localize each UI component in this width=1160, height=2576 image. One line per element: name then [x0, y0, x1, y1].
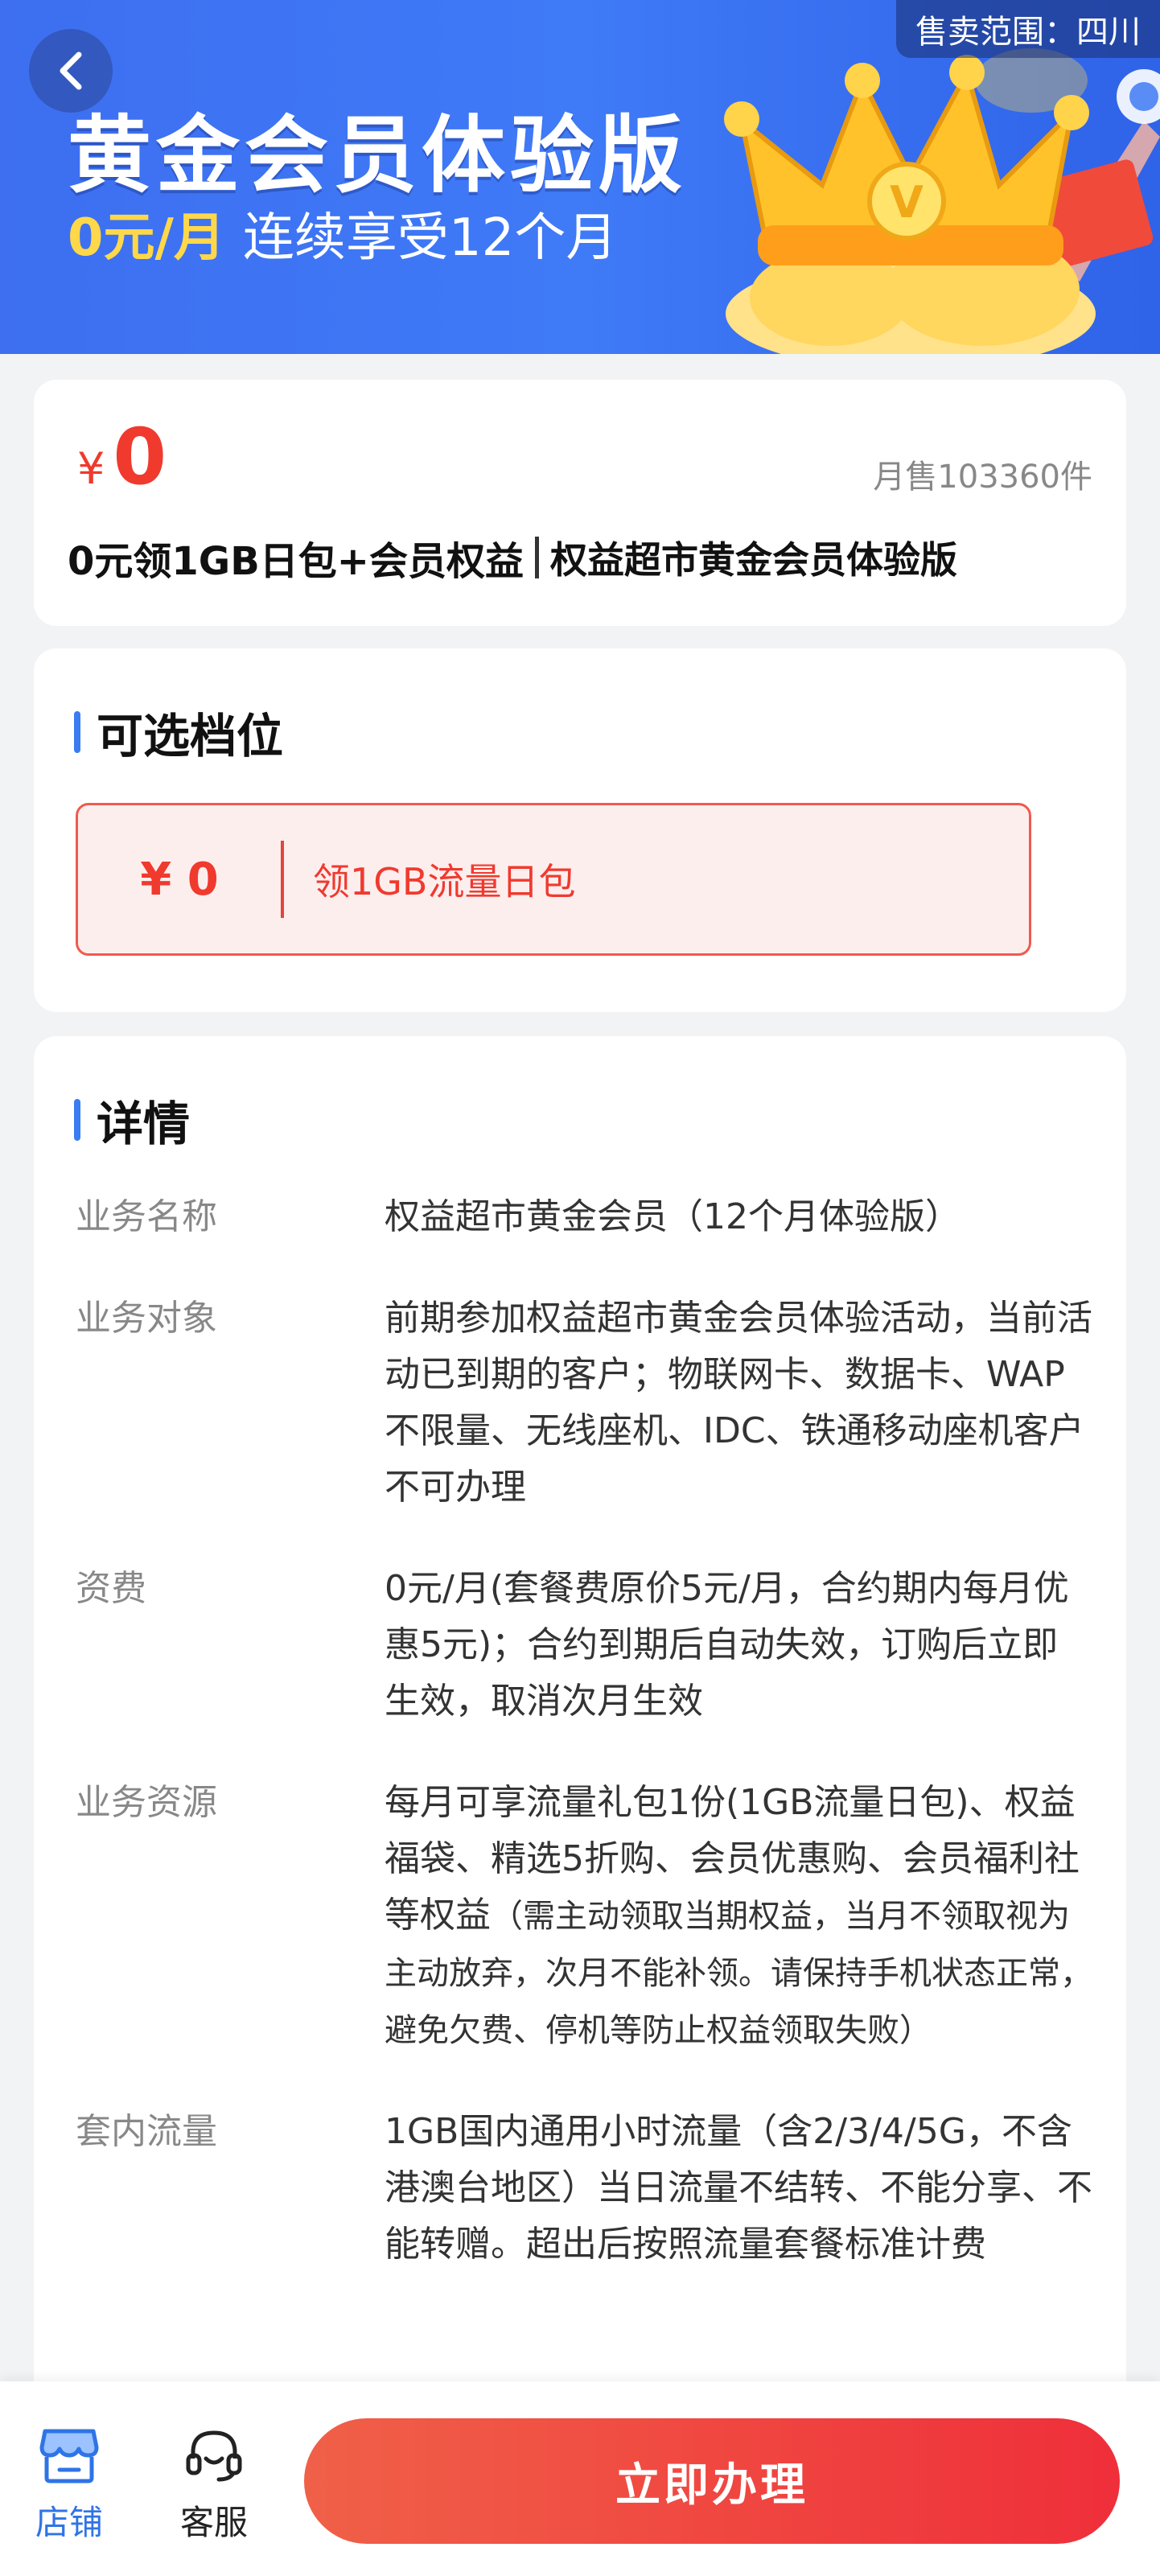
detail-value-note: （需主动领取当期权益，当月不领取视为主动放弃，次月不能补领。请保持手机状态正常，…: [385, 1898, 1092, 2049]
banner-price: 0元/月: [68, 208, 225, 268]
tier-options-card: 可选档位 ¥ 0 领1GB流量日包: [34, 648, 1126, 1012]
detail-value: 0元/月(套餐费原价5元/月，合约期内每月优惠5元)；合约到期后自动失效，订购后…: [385, 1568, 1069, 1722]
detail-row-resources: 业务资源 每月可享流量礼包1份(1GB流量日包)、权益福袋、精选5折购、会员优惠…: [76, 1775, 1113, 2059]
crown-illustration: V: [724, 48, 1160, 354]
product-title-sub: 权益超市黄金会员体验版: [550, 538, 958, 582]
product-title: 0元领1GB日包+会员权益 权益超市黄金会员体验版: [68, 529, 957, 586]
chevron-left-icon: [60, 51, 82, 90]
product-price: ¥ 0: [77, 412, 167, 502]
store-nav-button[interactable]: 店铺: [13, 2426, 125, 2545]
details-section-title: 详情: [97, 1097, 191, 1151]
detail-key: 业务名称: [76, 1196, 217, 1237]
details-card: 详情 业务名称 权益超市黄金会员（12个月体验版） 业务对象 前期参加权益超市黄…: [34, 1036, 1126, 2404]
tier-option-1gb[interactable]: ¥ 0 领1GB流量日包: [76, 803, 1031, 956]
detail-row-service-name: 业务名称 权益超市黄金会员（12个月体验版）: [76, 1189, 1113, 1245]
section-accent-bar: [74, 711, 80, 753]
details-section-header: 详情: [74, 1086, 190, 1154]
hero-banner: V 售卖范围：四川 黄金会员体验版 0元/月 连续享受12个月: [0, 0, 1160, 354]
store-label: 店铺: [35, 2503, 103, 2542]
store-icon: [39, 2429, 99, 2483]
sale-region-tag: 售卖范围：四川: [896, 0, 1160, 58]
banner-subtitle-text: 连续享受12个月: [242, 208, 618, 268]
title-divider: [535, 537, 540, 578]
detail-value: 权益超市黄金会员（12个月体验版）: [385, 1196, 960, 1237]
detail-value: 每月可享流量礼包1份(1GB流量日包)、权益福袋、精选5折购、会员优惠购、会员福…: [385, 1775, 1092, 2059]
banner-subtitle: 0元/月 连续享受12个月: [68, 196, 617, 270]
product-title-main: 0元领1GB日包+会员权益: [68, 539, 524, 584]
detail-row-fee: 资费 0元/月(套餐费原价5元/月，合约期内每月优惠5元)；合约到期后自动失效，…: [76, 1561, 1113, 1730]
tier-option-divider: [281, 841, 284, 918]
tier-section-title: 可选档位: [97, 709, 284, 763]
monthly-sales: 月售103360件: [873, 459, 1092, 496]
service-label: 客服: [179, 2503, 248, 2542]
detail-row-included-data: 套内流量 1GB国内通用小时流量（含2/3/4/5G，不含港澳台地区）当日流量不…: [76, 2104, 1113, 2273]
svg-text:V: V: [890, 177, 923, 228]
detail-key: 资费: [76, 1568, 146, 1609]
headset-icon: [186, 2430, 242, 2482]
product-summary-card: ¥ 0 月售103360件 0元领1GB日包+会员权益 权益超市黄金会员体验版: [34, 380, 1126, 626]
price-value: 0: [113, 412, 167, 502]
tier-section-header: 可选档位: [74, 698, 283, 766]
tier-option-price: ¥ 0: [140, 853, 219, 906]
detail-key: 业务对象: [76, 1298, 217, 1339]
page: V 售卖范围：四川 黄金会员体验版 0元/月 连续享受12个月 ¥ 0 月售103…: [0, 0, 1160, 2576]
banner-title: 黄金会员体验版: [68, 106, 688, 204]
details-list: 业务名称 权益超市黄金会员（12个月体验版） 业务对象 前期参加权益超市黄金会员…: [76, 1189, 1113, 2318]
customer-service-button[interactable]: 客服: [158, 2426, 270, 2545]
detail-value: 前期参加权益超市黄金会员体验活动，当前活动已到期的客户；物联网卡、数据卡、WAP…: [385, 1298, 1092, 1508]
tier-option-label: 领1GB流量日包: [313, 860, 576, 903]
detail-value: 1GB国内通用小时流量（含2/3/4/5G，不含港澳台地区）当日流量不结转、不能…: [385, 2111, 1092, 2265]
detail-row-target-users: 业务对象 前期参加权益超市黄金会员体验活动，当前活动已到期的客户；物联网卡、数据…: [76, 1290, 1113, 1516]
currency-symbol: ¥: [77, 443, 105, 494]
detail-key: 套内流量: [76, 2111, 217, 2152]
apply-now-button[interactable]: 立即办理: [304, 2418, 1120, 2544]
detail-key: 业务资源: [76, 1782, 217, 1823]
section-accent-bar: [74, 1099, 80, 1141]
bottom-action-bar: 店铺 客服 立即办理: [0, 2381, 1160, 2576]
